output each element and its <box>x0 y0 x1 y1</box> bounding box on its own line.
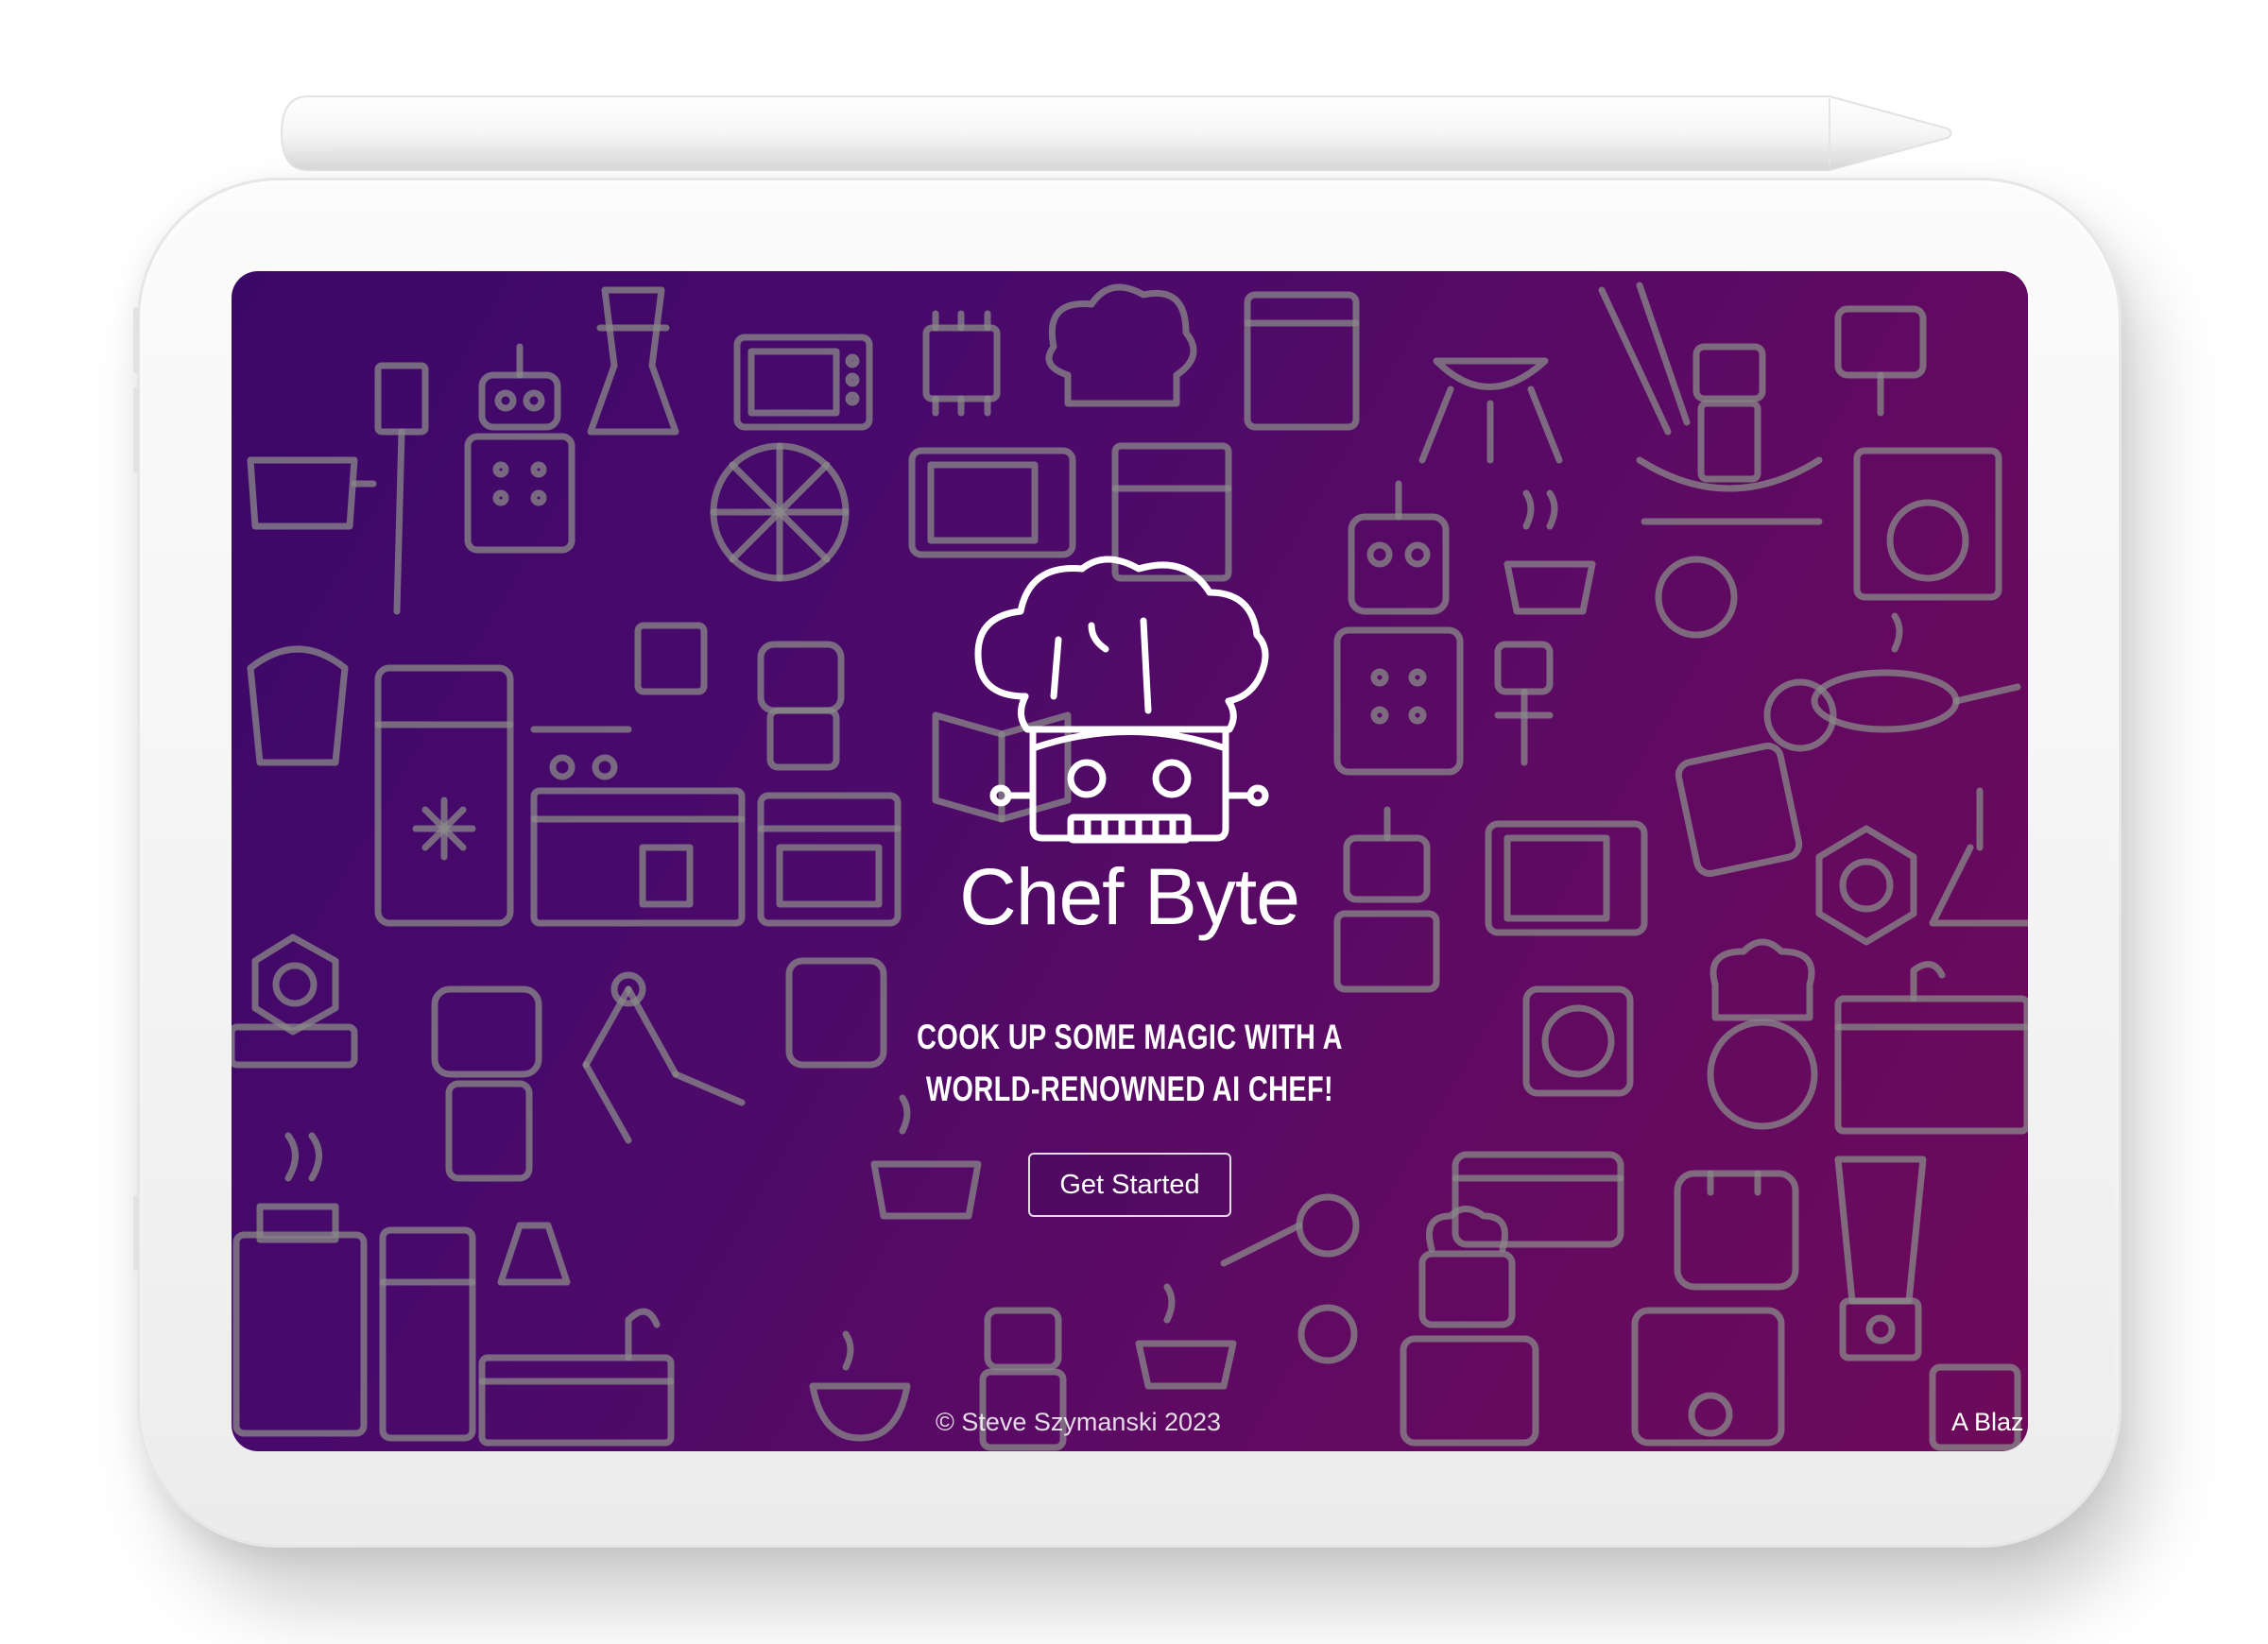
page: Chef Byte COOK UP SOME MAGIC WITH A WORL… <box>0 0 2268 1644</box>
app-screen: Chef Byte COOK UP SOME MAGIC WITH A WORL… <box>232 271 2028 1451</box>
volume-button <box>133 387 139 472</box>
robot-chef-hat-logo <box>974 556 1269 844</box>
get-started-button[interactable]: Get Started <box>1028 1153 1231 1217</box>
volume-button <box>133 307 139 373</box>
hero-section: Chef Byte COOK UP SOME MAGIC WITH A WORL… <box>232 271 2028 1451</box>
copyright-text: © Steve Szymanski 2023 <box>935 1408 1222 1436</box>
stylus-pencil <box>280 94 1952 172</box>
tagline-line-1: COOK UP SOME MAGIC WITH A <box>917 1018 1343 1056</box>
brand-name: Chef Byte <box>959 852 1300 941</box>
tagline: COOK UP SOME MAGIC WITH A WORLD-RENOWNED… <box>857 1011 1403 1115</box>
side-button <box>133 1195 139 1271</box>
tagline-line-2: WORLD-RENOWNED AI CHEF! <box>925 1070 1334 1108</box>
footer-credit-link[interactable]: A Blaz <box>1951 1408 2028 1437</box>
